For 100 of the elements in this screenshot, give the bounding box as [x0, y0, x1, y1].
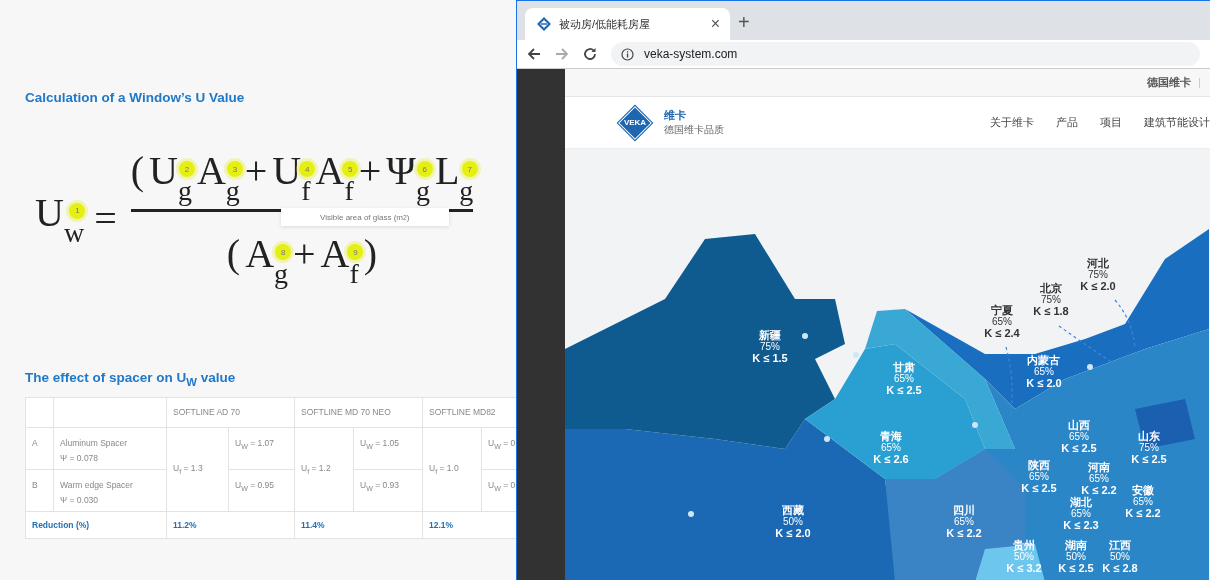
table-cell: Reduction (%) — [25, 511, 167, 539]
leader-line — [1005, 346, 1013, 415]
nav-link[interactable]: 关于维卡 — [990, 115, 1034, 130]
region-k-value: K ≤ 3.2 — [1006, 562, 1042, 575]
region-name: 青海 — [879, 430, 903, 443]
region-share: 75% — [1138, 442, 1160, 454]
formula-symbol: U — [35, 188, 64, 236]
region-name: 新疆 — [758, 329, 782, 342]
region-share: 65% — [1088, 473, 1110, 485]
table-cell: B — [25, 469, 54, 512]
formula-symbol: A — [245, 230, 275, 276]
table-cell: U$_{W}$ = 1.05 — [353, 427, 423, 470]
leader-line — [1058, 325, 1111, 362]
region-name: 甘肃 — [892, 361, 916, 374]
formula-operator: + — [293, 230, 316, 277]
region-k-value: K ≤ 2.8 — [1102, 562, 1138, 575]
number-badge[interactable]: 6 — [416, 161, 433, 177]
region-share: 50% — [1014, 551, 1035, 563]
formula-parenthesis: ( — [130, 147, 144, 194]
region-name: 河北 — [1086, 257, 1110, 270]
formula-subscript: f — [344, 175, 354, 207]
nav-link[interactable]: 项目 — [1100, 115, 1122, 130]
number-badge[interactable]: 7 — [461, 161, 478, 177]
table-cell: U$_{W}$ = 1.07 — [228, 427, 295, 470]
number-badge[interactable]: 9 — [347, 244, 364, 260]
formula-subscript: g — [459, 175, 474, 207]
formula-symbol: U — [272, 147, 302, 194]
region-share: 75% — [759, 341, 781, 353]
region-k-value: K ≤ 1.8 — [1033, 305, 1069, 318]
brand-name: 维卡 — [664, 108, 687, 123]
table-cell: A — [25, 427, 54, 470]
region-name: 贵州 — [1012, 539, 1036, 552]
table-cell: U$_{f}$ = 1.0 — [422, 427, 482, 512]
region-k-value: K ≤ 2.5 — [886, 384, 922, 397]
table-cell: Aluminum Spacer Ψ = 0.078 — [53, 427, 167, 470]
region-share: 65% — [953, 516, 975, 528]
info-icon — [621, 47, 634, 61]
region-k-value: K ≤ 2.2 — [1081, 484, 1117, 497]
formula-parenthesis: ( — [226, 230, 241, 277]
number-badge[interactable]: 5 — [342, 161, 359, 177]
formula-subscript: w — [63, 216, 85, 249]
region-k-value: K ≤ 2.2 — [946, 527, 982, 540]
region-share: 65% — [880, 442, 902, 454]
region-share: 75% — [1087, 269, 1109, 281]
formula-subscript: g — [274, 258, 289, 290]
column-header: SOFTLINE AD 70 — [166, 397, 295, 428]
number-badge[interactable]: 1 — [69, 202, 86, 219]
formula-operator: + — [358, 147, 382, 194]
region-share: 65% — [893, 373, 915, 385]
diamond-icon — [537, 17, 551, 31]
region-k-value: K ≤ 2.0 — [775, 527, 811, 540]
region-k-value: K ≤ 2.5 — [1021, 482, 1057, 495]
region-name: 四川 — [952, 504, 976, 517]
section-heading: Calculation of a Window’s U Value — [25, 90, 246, 105]
region-share: 50% — [782, 516, 804, 528]
back-icon[interactable] — [527, 47, 541, 61]
region-name: 内蒙古 — [1026, 354, 1062, 367]
region-k-value: K ≤ 2.5 — [1061, 442, 1097, 455]
table-cell — [25, 397, 54, 428]
nav-link[interactable]: 建筑节能设计 — [1144, 115, 1210, 130]
browser-tab[interactable]: 被动房/低能耗房屋 × — [525, 8, 730, 40]
region-share: 50% — [1065, 551, 1087, 563]
brand-tagline: 德国维卡品质 — [664, 123, 724, 137]
logo[interactable]: VEKA — [618, 105, 652, 140]
region-k-value: K ≤ 2.3 — [1063, 519, 1099, 532]
column-header: SOFTLINE MD 70 NEO — [294, 397, 423, 428]
region-k-value: K ≤ 2.5 — [1131, 453, 1167, 466]
region-name: 北京 — [1039, 282, 1063, 295]
region-share: 65% — [1132, 496, 1154, 508]
region-k-value: K ≤ 2.0 — [1080, 280, 1116, 293]
section-heading: The effect of spacer on U$_{W}$ value — [25, 370, 237, 388]
region-name: 宁夏 — [990, 304, 1014, 317]
region-name: 西藏 — [781, 504, 805, 517]
region-share: 65% — [1033, 366, 1055, 378]
new-tab-button[interactable]: + — [738, 11, 750, 34]
nav-link[interactable]: 产品 — [1056, 115, 1078, 130]
formula-operator: + — [244, 147, 268, 194]
region-k-value: K ≤ 1.5 — [752, 352, 788, 365]
number-badge[interactable]: 2 — [179, 161, 196, 177]
formula-operator: = — [94, 195, 117, 242]
formula-subscript: g — [225, 175, 240, 207]
tab-title: 被动房/低能耗房屋 — [559, 16, 652, 32]
region-name: 河南 — [1087, 461, 1111, 474]
region-k-value: K ≤ 2.2 — [1125, 507, 1161, 520]
close-button[interactable]: × — [710, 15, 720, 33]
table-cell: U$_{f}$ = 1.2 — [294, 427, 354, 512]
formula-symbol: A — [320, 230, 350, 277]
number-badge[interactable]: 3 — [226, 161, 243, 177]
address-field[interactable]: veka-system.com — [611, 42, 1200, 66]
number-badge[interactable]: 4 — [299, 161, 316, 177]
formula-parenthesis: ) — [363, 230, 378, 277]
region-name: 山东 — [1137, 430, 1161, 443]
formula-symbol: L — [434, 147, 460, 194]
reload-icon[interactable] — [583, 47, 597, 61]
top-link[interactable]: 德国维卡 — [1147, 75, 1191, 90]
formula-subscript: g — [177, 175, 192, 207]
region-share: 65% — [991, 316, 1013, 328]
table-cell: 11.4% — [294, 511, 423, 539]
region-k-value: K ≤ 2.6 — [873, 453, 909, 466]
number-badge[interactable]: 8 — [275, 244, 292, 260]
